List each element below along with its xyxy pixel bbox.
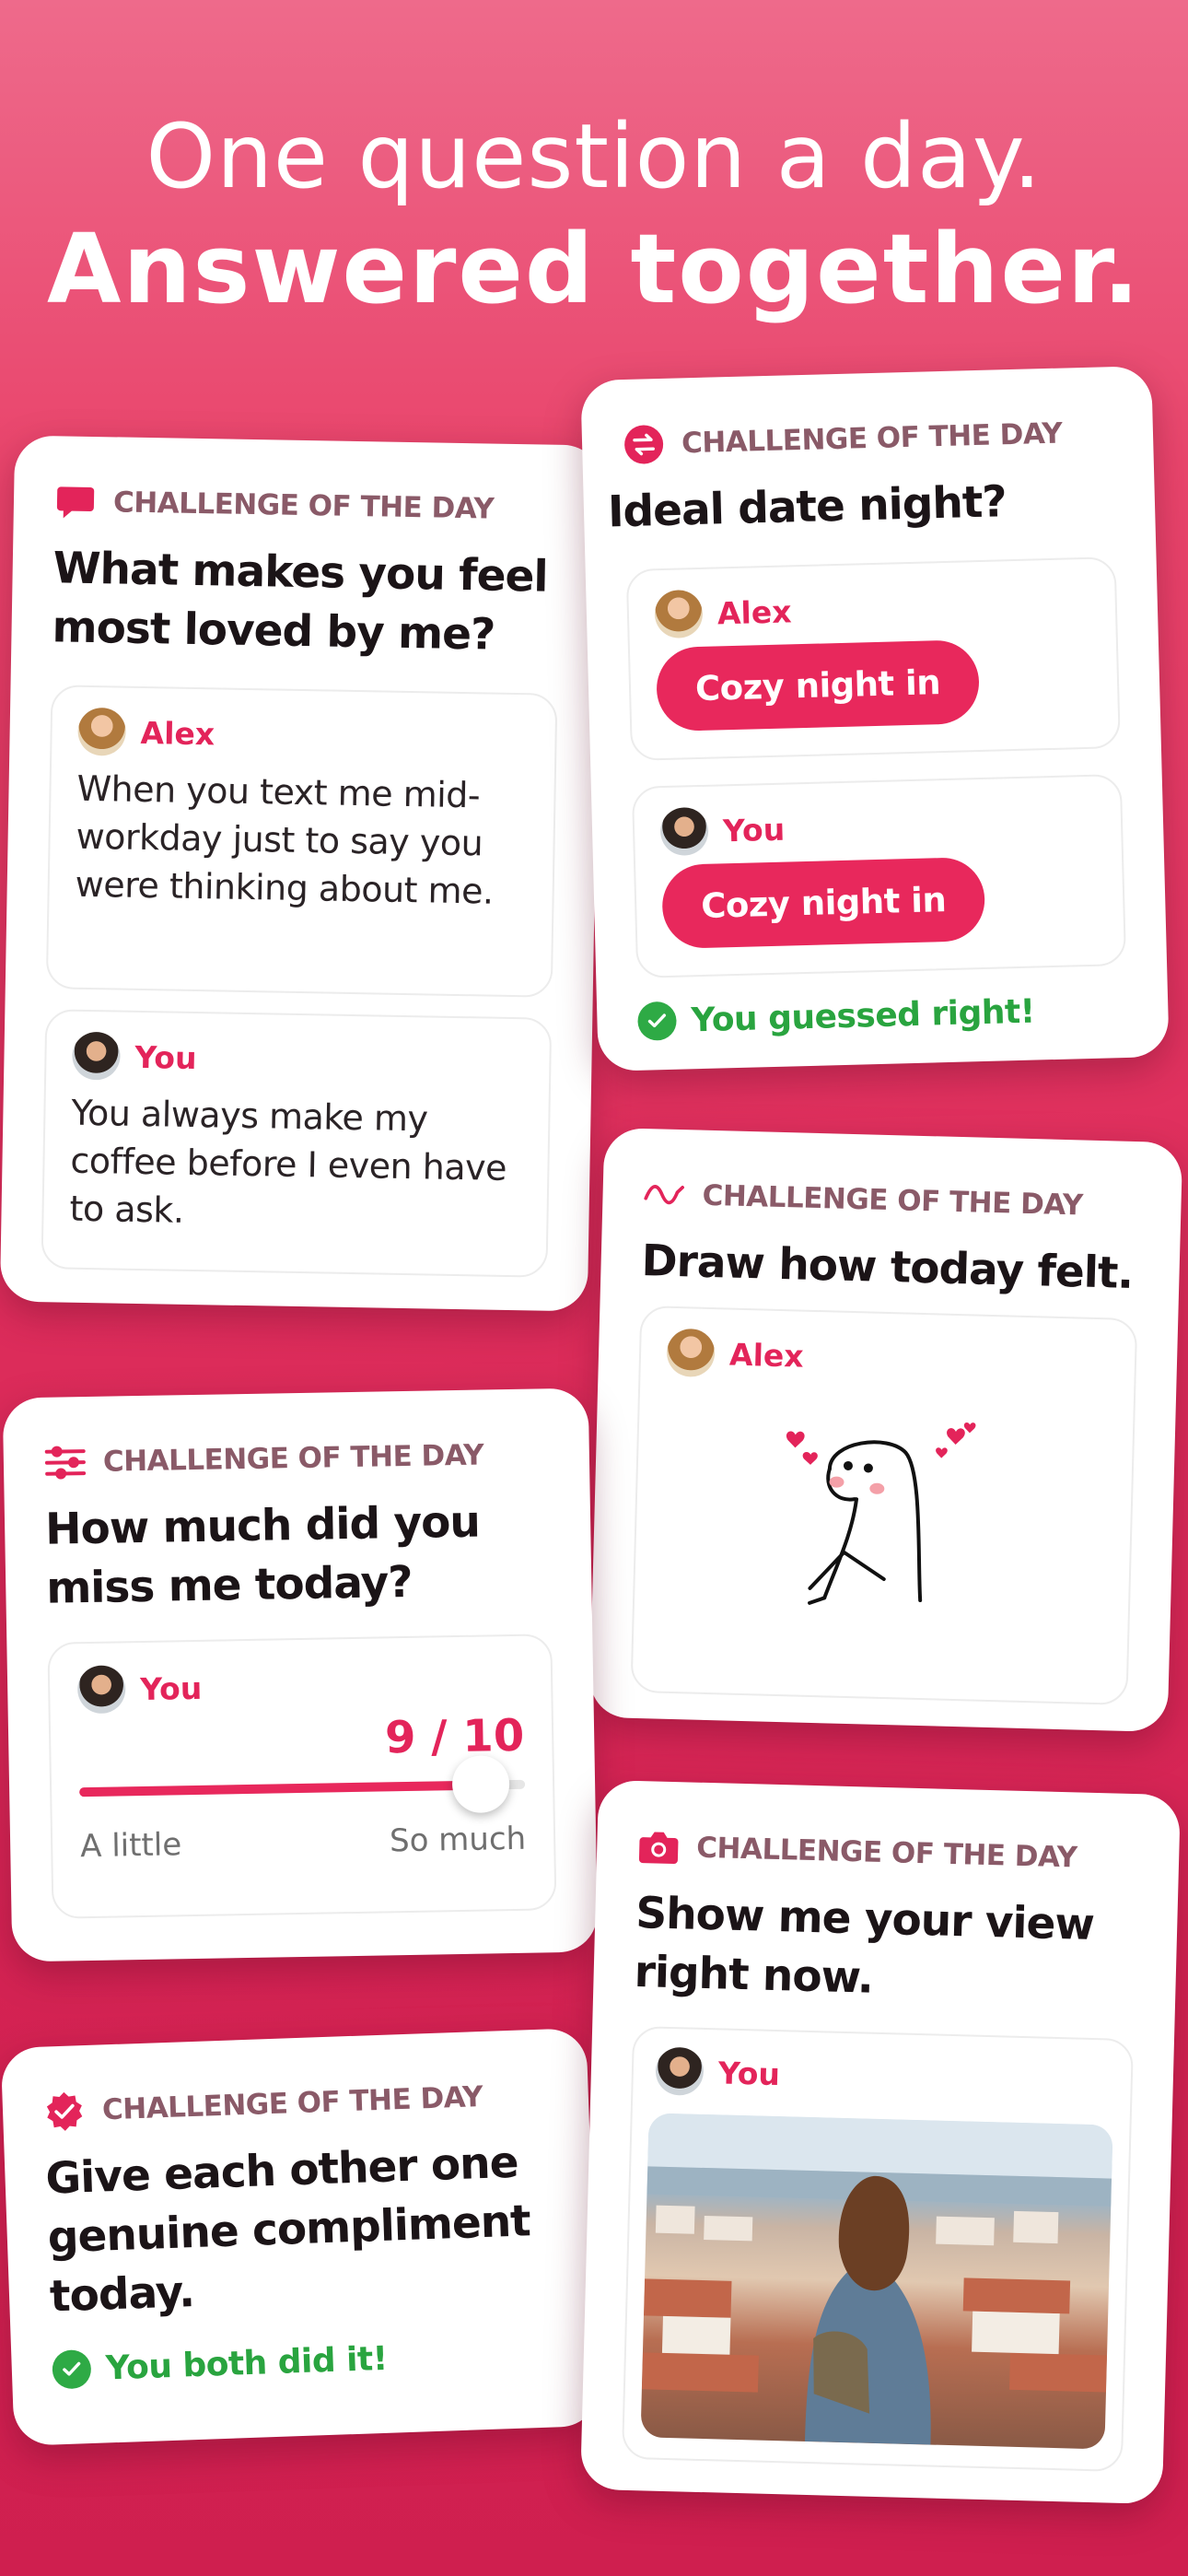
- answer-you: You You always make my coffee before I e…: [41, 1009, 553, 1278]
- card-label: CHALLENGE OF THE DAY: [102, 1438, 484, 1479]
- answer-you: You 9 / 10 A little So much: [47, 1633, 557, 1919]
- squiggle-icon: [643, 1173, 686, 1216]
- headline: One question a day. Answered together.: [0, 101, 1188, 327]
- answer-alex: Alex Cozy night in: [625, 556, 1121, 761]
- answer-choice-pill: Cozy night in: [661, 856, 986, 950]
- drawing-canvas: [786, 1423, 976, 1605]
- card-question: Give each other one genuine compliment t…: [44, 2137, 531, 2323]
- avatar: [659, 806, 709, 857]
- verified-badge-icon: [42, 2090, 87, 2134]
- answer-name: You: [722, 811, 786, 849]
- chat-bubble-icon: [54, 480, 98, 523]
- answer-name: Alex: [140, 714, 215, 752]
- avatar: [72, 1031, 121, 1081]
- card-label: CHALLENGE OF THE DAY: [681, 416, 1063, 461]
- camera-icon: [637, 1825, 681, 1868]
- view-photo: [640, 2113, 1113, 2450]
- slider-track[interactable]: [79, 1755, 526, 1814]
- challenge-card-slider[interactable]: CHALLENGE OF THE DAY How much did you mi…: [2, 1388, 599, 1962]
- card-question: Draw how today felt.: [640, 1235, 1134, 1299]
- challenge-card-compliment[interactable]: CHALLENGE OF THE DAY Give each other one…: [0, 2028, 600, 2446]
- avatar: [76, 1665, 126, 1715]
- card-question: Ideal date night?: [607, 476, 1007, 538]
- card-question: What makes you feel most loved by me?: [52, 543, 548, 661]
- answer-name: You: [134, 1038, 197, 1076]
- slider-value: 9 / 10: [384, 1709, 525, 1764]
- card-question: How much did you miss me today?: [44, 1496, 481, 1614]
- card-label: CHALLENGE OF THE DAY: [101, 2080, 483, 2127]
- answer-text: You always make my coffee before I even …: [69, 1092, 507, 1231]
- answer-alex: Alex: [630, 1305, 1138, 1705]
- sliders-icon: [44, 1441, 87, 1484]
- slider-fill: [79, 1780, 481, 1797]
- swap-arrows-icon: [623, 423, 666, 466]
- challenge-card-loved[interactable]: CHALLENGE OF THE DAY What makes you feel…: [0, 435, 603, 1312]
- check-icon: [52, 2349, 92, 2390]
- check-icon: [636, 1001, 678, 1041]
- headline-line2: Answered together.: [47, 213, 1141, 325]
- avatar: [655, 2046, 705, 2096]
- avatar: [654, 589, 704, 639]
- headline-line1: One question a day.: [146, 105, 1042, 208]
- result-text: You guessed right!: [690, 992, 1036, 1039]
- answer-name: Alex: [728, 1336, 805, 1375]
- card-label: CHALLENGE OF THE DAY: [695, 1831, 1077, 1875]
- avatar: [666, 1328, 716, 1378]
- challenge-card-date[interactable]: CHALLENGE OF THE DAY Ideal date night? A…: [580, 366, 1170, 1071]
- card-label: CHALLENGE OF THE DAY: [112, 486, 495, 526]
- answer-name: You: [717, 2054, 781, 2092]
- slider-knob[interactable]: [451, 1755, 510, 1814]
- answer-you: You Cozy night in: [631, 774, 1127, 978]
- result-row: You guessed right!: [636, 989, 1128, 1041]
- answer-text: When you text me mid-workday just to say…: [75, 767, 494, 912]
- answer-name: Alex: [716, 592, 792, 631]
- slider-max-label: So much: [389, 1820, 527, 1860]
- answer-name: You: [139, 1669, 203, 1707]
- challenge-card-view[interactable]: CHALLENGE OF THE DAY Show me your view r…: [580, 1779, 1181, 2505]
- card-label: CHALLENGE OF THE DAY: [702, 1178, 1084, 1223]
- answer-you: You: [621, 2025, 1135, 2472]
- result-text: You both did it!: [105, 2339, 389, 2387]
- answer-choice-pill: Cozy night in: [655, 639, 981, 732]
- challenge-card-draw[interactable]: CHALLENGE OF THE DAY Draw how today felt…: [588, 1127, 1183, 1733]
- answer-alex: Alex When you text me mid-workday just t…: [45, 685, 558, 998]
- slider-min-label: A little: [79, 1826, 182, 1866]
- avatar: [77, 707, 127, 756]
- card-question: Show me your view right now.: [634, 1887, 1095, 2004]
- result-row: You both did it!: [52, 2333, 557, 2390]
